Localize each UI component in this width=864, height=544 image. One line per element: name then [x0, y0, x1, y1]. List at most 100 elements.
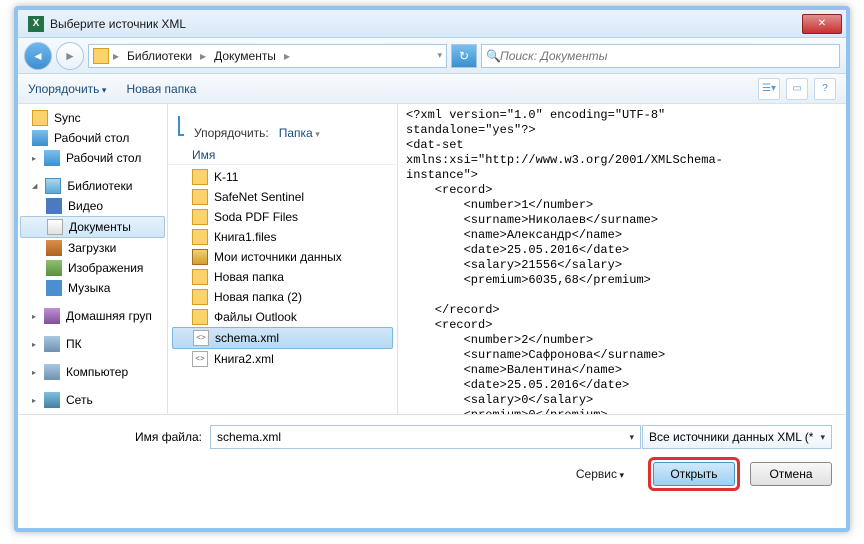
file-icon	[192, 309, 208, 325]
file-label: Новая папка	[214, 270, 284, 284]
sidebar-item[interactable]: Домашняя груп	[18, 306, 167, 326]
item-icon	[32, 130, 48, 146]
item-icon	[44, 392, 60, 408]
sidebar-item[interactable]: Сеть	[18, 390, 167, 410]
item-label: Библиотеки	[67, 179, 132, 193]
item-label: Загрузки	[68, 241, 116, 255]
open-button[interactable]: Открыть	[653, 462, 735, 486]
item-label: Изображения	[68, 261, 143, 275]
folder-icon	[93, 48, 109, 64]
item-label: Видео	[68, 199, 103, 213]
sidebar-item[interactable]: Загрузки	[18, 238, 167, 258]
file-label: Файлы Outlook	[214, 310, 297, 324]
back-button[interactable]: ◄	[24, 42, 52, 70]
sidebar-item[interactable]: Рабочий стол	[18, 148, 167, 168]
sidebar-item[interactable]: Рабочий стол	[18, 128, 167, 148]
item-icon	[46, 198, 62, 214]
organize-menu[interactable]: Упорядочить	[28, 82, 106, 96]
sidebar-item[interactable]: Библиотеки	[18, 176, 167, 196]
sidebar-item[interactable]: Видео	[18, 196, 167, 216]
preview-pane: <?xml version="1.0" encoding="UTF-8" sta…	[398, 104, 846, 414]
item-icon	[44, 336, 60, 352]
file-item[interactable]: Книга1.files	[168, 227, 397, 247]
column-name[interactable]: Имя	[168, 144, 397, 165]
file-label: Книга2.xml	[214, 352, 274, 366]
sidebar-item[interactable]: ПК	[18, 334, 167, 354]
file-item[interactable]: Новая папка (2)	[168, 287, 397, 307]
chevron-down-icon[interactable]: ▾	[629, 432, 634, 443]
sidebar-item[interactable]: Музыка	[18, 278, 167, 298]
window-title: Выберите источник XML	[50, 17, 802, 31]
file-icon	[192, 269, 208, 285]
excel-icon: X	[28, 16, 44, 32]
search-input[interactable]	[500, 49, 835, 63]
file-icon	[192, 289, 208, 305]
file-item[interactable]: Новая папка	[168, 267, 397, 287]
file-icon	[192, 189, 208, 205]
bottom-panel: Имя файла: ▾ Все источники данных XML (*…	[18, 414, 846, 501]
filter-label: Все источники данных XML (*	[649, 430, 813, 444]
chevron-down-icon[interactable]: ▾	[437, 50, 442, 61]
item-label: Sync	[54, 111, 81, 125]
forward-button[interactable]: ►	[56, 42, 84, 70]
sidebar-item[interactable]: Компьютер	[18, 362, 167, 382]
view-button[interactable]: ☰▾	[758, 78, 780, 100]
item-icon	[32, 110, 48, 126]
item-icon	[47, 219, 63, 235]
close-button[interactable]: ✕	[802, 14, 842, 34]
titlebar: X Выберите источник XML ✕	[18, 10, 846, 38]
file-item[interactable]: Мои источники данных	[168, 247, 397, 267]
file-label: Soda PDF Files	[214, 210, 298, 224]
file-list: K-11 SafeNet Sentinel Soda PDF Files Книга1…	[168, 165, 397, 414]
folder-sort[interactable]: Папка	[279, 126, 320, 140]
item-label: Компьютер	[66, 365, 128, 379]
file-item[interactable]: Soda PDF Files	[168, 207, 397, 227]
file-item[interactable]: Файлы Outlook	[168, 307, 397, 327]
breadcrumb[interactable]: ▸ Библиотеки ▸ Документы ▸ ▾	[88, 44, 447, 68]
item-label: Музыка	[68, 281, 110, 295]
file-icon	[192, 169, 208, 185]
dialog-window: X Выберите источник XML ✕ ◄ ► ▸ Библиоте…	[14, 6, 850, 532]
sidebar-item[interactable]: Изображения	[18, 258, 167, 278]
filename-label: Имя файла:	[32, 430, 202, 444]
file-label: Книга1.files	[214, 230, 276, 244]
item-icon	[46, 240, 62, 256]
item-label: Домашняя груп	[66, 309, 152, 323]
preview-toggle-button[interactable]: ▭	[786, 78, 808, 100]
filename-input[interactable]	[210, 425, 641, 449]
file-label: Мои источники данных	[214, 250, 342, 264]
item-label: Рабочий стол	[66, 151, 141, 165]
file-item[interactable]: Книга2.xml	[168, 349, 397, 369]
chevron-right-icon: ▸	[282, 49, 292, 63]
crumb-root[interactable]: Библиотеки	[123, 49, 196, 63]
organize-label: Упорядочить:	[194, 126, 269, 140]
main-area: Sync Рабочий стол Рабочий стол Библиотеки Ви…	[18, 104, 846, 414]
file-icon	[193, 330, 209, 346]
sidebar: Sync Рабочий стол Рабочий стол Библиотеки Ви…	[18, 104, 168, 414]
file-item[interactable]: K-11	[168, 167, 397, 187]
file-icon	[192, 351, 208, 367]
item-label: ПК	[66, 337, 82, 351]
chevron-right-icon: ▸	[198, 49, 208, 63]
item-icon	[45, 178, 61, 194]
file-item[interactable]: schema.xml	[172, 327, 393, 349]
service-menu[interactable]: Сервис	[576, 467, 624, 481]
crumb-current[interactable]: Документы	[210, 49, 280, 63]
sidebar-item[interactable]: Документы	[20, 216, 165, 238]
item-icon	[44, 308, 60, 324]
cancel-button[interactable]: Отмена	[750, 462, 832, 486]
item-label: Рабочий стол	[54, 131, 129, 145]
new-folder-button[interactable]: Новая папка	[126, 82, 196, 96]
file-item[interactable]: SafeNet Sentinel	[168, 187, 397, 207]
refresh-button[interactable]: ↻	[451, 44, 477, 68]
help-button[interactable]: ?	[814, 78, 836, 100]
highlight-ring: Открыть	[648, 457, 740, 491]
sidebar-item[interactable]: Sync	[18, 108, 167, 128]
item-icon	[46, 260, 62, 276]
search-box[interactable]: 🔍	[481, 44, 840, 68]
file-icon	[192, 229, 208, 245]
filter-combo[interactable]: Все источники данных XML (*	[642, 425, 832, 449]
file-icon	[192, 249, 208, 265]
file-label: SafeNet Sentinel	[214, 190, 304, 204]
item-label: Сеть	[66, 393, 93, 407]
